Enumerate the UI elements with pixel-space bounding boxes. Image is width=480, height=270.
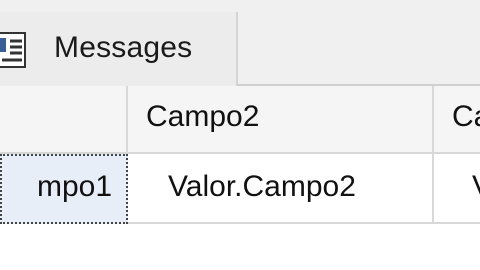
results-grid: Campo2 Ca mpo1 Valor.Campo2 V (0, 86, 480, 226)
column-header-campo3[interactable]: Ca (434, 86, 480, 154)
grid-cell-selected[interactable]: mpo1 (0, 154, 128, 224)
grid-cell-campo2[interactable]: Valor.Campo2 (128, 154, 434, 224)
results-tabstrip: Messages (0, 0, 480, 86)
tab-messages[interactable]: Messages (0, 12, 238, 86)
messages-icon (0, 32, 26, 68)
column-header-campo2[interactable]: Campo2 (128, 86, 434, 154)
column-header-empty[interactable] (0, 86, 128, 154)
grid-cell-campo3[interactable]: V (434, 154, 480, 224)
tab-messages-label: Messages (54, 31, 193, 64)
